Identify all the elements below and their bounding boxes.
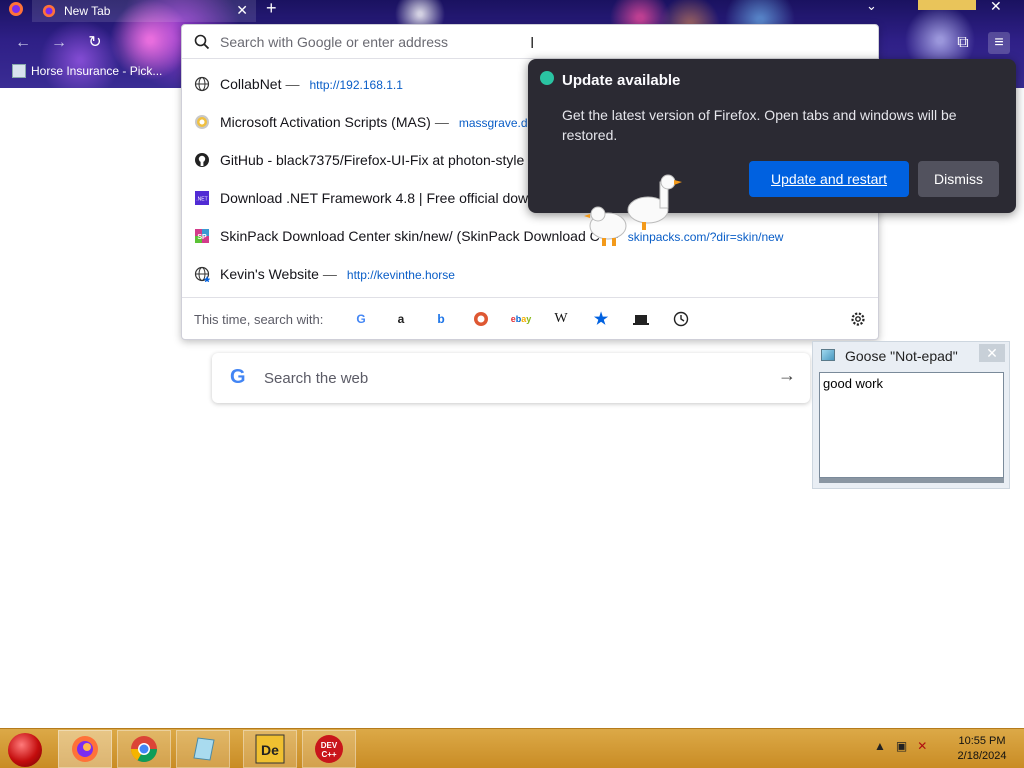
taskbar-notepad[interactable]: [176, 730, 230, 768]
update-and-restart-button[interactable]: Update and restart: [749, 161, 909, 197]
goose-sprite[interactable]: [624, 170, 684, 232]
notepad-close-button[interactable]: ✕: [979, 344, 1005, 362]
notepad-scrollbar[interactable]: [819, 478, 1004, 483]
back-arrow-icon[interactable]: ←: [12, 32, 34, 54]
svg-text:.NET: .NET: [196, 197, 207, 203]
tab-close-icon[interactable]: ✕: [236, 2, 248, 19]
taskbar-chrome[interactable]: [117, 730, 171, 768]
svg-text:De: De: [261, 742, 279, 758]
dreamweaver-icon: De: [255, 734, 285, 764]
suggestion-row[interactable]: Kevin's Website — http://kevinthe.horse: [182, 255, 878, 293]
skinpack-icon: SP: [195, 229, 209, 243]
bing-icon[interactable]: b: [432, 310, 450, 328]
svg-text:C++: C++: [321, 750, 336, 759]
update-arrow-icon: [540, 71, 554, 85]
tab-label: New Tab: [64, 4, 111, 18]
system-tray: ▲ ▣ ✕: [874, 739, 927, 753]
network-icon[interactable]: ▣: [896, 739, 907, 753]
svg-text:DEV: DEV: [321, 741, 338, 750]
google-icon[interactable]: G: [352, 310, 370, 328]
bookmark-favicon: [12, 64, 26, 78]
window-restore-button[interactable]: [918, 0, 976, 10]
taskbar-devcpp[interactable]: DEV C++: [302, 730, 356, 768]
taskbar: De DEV C++ ▲ ▣ ✕ 10:55 PM 2/18/2024: [0, 728, 1024, 768]
extensions-puzzle-icon[interactable]: ⧉: [952, 32, 974, 54]
globe-icon: [194, 76, 210, 92]
address-input[interactable]: [220, 31, 820, 53]
amazon-icon[interactable]: a: [392, 310, 410, 328]
taskbar-firefox[interactable]: [58, 730, 112, 768]
notepad-icon: [821, 349, 835, 361]
notepad-title: Goose "Not-epad": [845, 348, 958, 364]
firefox-icon: [72, 736, 98, 762]
suggestion-title: Microsoft Activation Scripts (MAS): [220, 114, 431, 130]
search-icon: [194, 34, 210, 50]
suggestion-url: http://192.168.1.1: [309, 78, 403, 92]
suggestion-title: GitHub - black7375/Firefox-UI-Fix at pho…: [220, 152, 525, 168]
suggestion-url: skinpacks.com/?dir=skin/new: [627, 230, 784, 244]
list-all-tabs-chevron-icon[interactable]: ⌄: [866, 0, 877, 14]
duckduckgo-icon[interactable]: [472, 310, 490, 328]
bookmarks-star-icon[interactable]: ★: [592, 310, 610, 328]
show-hidden-icons-chevron-icon[interactable]: ▲: [874, 739, 886, 753]
firefox-icon[interactable]: [8, 1, 24, 17]
reload-icon[interactable]: ↻: [84, 32, 106, 54]
devcpp-icon: DEV C++: [315, 735, 343, 763]
clock-date: 2/18/2024: [957, 750, 1007, 762]
dismiss-button[interactable]: Dismiss: [918, 161, 999, 197]
suggestion-row[interactable]: SP SkinPack Download Center skin/new/ (S…: [182, 217, 878, 255]
goose-notepad-window: Goose "Not-epad" ✕ good work: [812, 341, 1010, 489]
notepad-icon: [193, 737, 215, 761]
taskbar-dreamweaver[interactable]: De: [243, 730, 297, 768]
ebay-icon[interactable]: ebay: [511, 310, 532, 328]
suggestion-title: Kevin's Website: [220, 266, 319, 282]
urlbar: I: [182, 25, 878, 59]
history-clock-icon[interactable]: [672, 310, 690, 328]
dotnet-icon: .NET: [195, 191, 209, 205]
search-with-label: This time, search with:: [194, 312, 324, 327]
bookmark-label: Horse Insurance - Pick...: [31, 64, 163, 78]
window-close-button[interactable]: ✕: [990, 0, 1010, 15]
taskbar-clock[interactable]: 10:55 PM 2/18/2024: [952, 734, 1012, 764]
google-g-icon: G: [230, 366, 246, 388]
forward-arrow-icon[interactable]: →: [48, 32, 70, 54]
suggestion-title: Download .NET Framework 4.8 | Free offic…: [220, 190, 540, 206]
search-go-arrow-icon[interactable]: →: [778, 365, 796, 386]
new-tab-button[interactable]: +: [266, 0, 277, 19]
google-search-box: G →: [212, 353, 810, 403]
bookmark-item[interactable]: Horse Insurance - Pick...: [12, 64, 162, 78]
update-available-popup: Update available Get the latest version …: [528, 59, 1016, 213]
volume-muted-icon[interactable]: ✕: [917, 739, 927, 753]
suggestion-url: http://kevinthe.horse: [346, 268, 455, 282]
search-settings-gear-icon[interactable]: [849, 310, 867, 328]
github-icon: [195, 153, 209, 167]
clock-time: 10:55 PM: [958, 735, 1006, 747]
svg-text:SP: SP: [197, 234, 207, 241]
text-cursor-icon: I: [530, 35, 535, 52]
firefox-tab-icon: [42, 4, 56, 18]
popup-title: Update available: [562, 72, 681, 89]
start-button-ornament-icon[interactable]: [8, 733, 42, 767]
chrome-icon: [130, 736, 158, 763]
popup-body: Get the latest version of Firefox. Open …: [562, 107, 957, 143]
web-search-input[interactable]: [264, 366, 764, 390]
tabs-icon[interactable]: [632, 310, 650, 328]
one-off-search-bar: This time, search with: G a b ebay W ★: [182, 297, 878, 339]
notepad-textarea[interactable]: good work: [819, 372, 1004, 478]
mas-gear-icon: [195, 115, 209, 129]
suggestion-title: CollabNet: [220, 76, 282, 92]
suggestion-title: SkinPack Download Center skin/new/ (Skin…: [220, 228, 600, 244]
globe-star-icon: [194, 266, 210, 282]
tab-new-tab[interactable]: New Tab ✕: [32, 0, 256, 22]
wikipedia-icon[interactable]: W: [552, 310, 570, 328]
app-menu-hamburger-icon[interactable]: ≡: [988, 32, 1010, 54]
